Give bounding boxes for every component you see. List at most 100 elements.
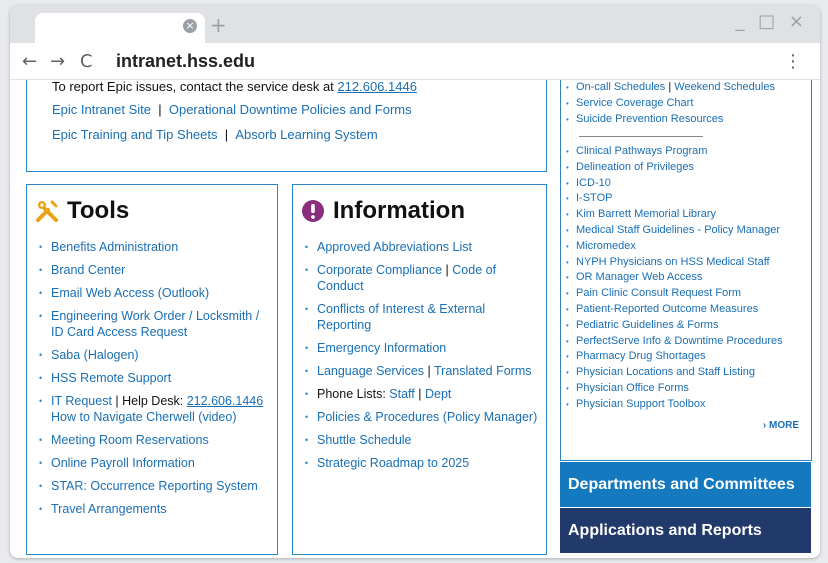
epic-phone-link[interactable]: 212.606.1446: [337, 80, 417, 94]
physician-resource-link[interactable]: Physician Office Forms: [576, 382, 689, 394]
back-icon[interactable]: ←: [22, 51, 37, 72]
physician-resource-link[interactable]: PerfectServe Info & Downtime Procedures: [576, 335, 783, 347]
departments-button[interactable]: Departments and Committees: [560, 462, 811, 507]
physician-resource-link[interactable]: OR Manager Web Access: [576, 271, 702, 283]
star-reporting-link[interactable]: STAR: Occurrence Reporting System: [51, 479, 258, 493]
physician-resource-link[interactable]: ICD-10: [576, 177, 611, 189]
dept-link[interactable]: Dept: [425, 387, 451, 401]
list-item: Email Web Access (Outlook): [39, 285, 269, 301]
tab-close-icon[interactable]: ×: [183, 19, 197, 33]
list-item: Benefits Administration: [39, 239, 269, 255]
it-request-link[interactable]: IT Request: [51, 394, 112, 408]
physician-resource-link[interactable]: Pain Clinic Consult Request Form: [576, 287, 741, 299]
help-desk-phone-link[interactable]: 212.606.1446: [187, 394, 263, 408]
physician-resource-link[interactable]: Physician Locations and Staff Listing: [576, 366, 755, 378]
conflicts-link[interactable]: Conflicts of Interest & External Reporti…: [317, 302, 485, 332]
compliance-link[interactable]: Corporate Compliance: [317, 263, 442, 277]
epic-row-1: Epic Intranet Site | Operational Downtim…: [52, 102, 412, 117]
physician-resource-link[interactable]: Clinical Pathways Program: [576, 145, 707, 157]
travel-link[interactable]: Travel Arrangements: [51, 502, 167, 516]
separator: |: [445, 263, 449, 277]
tools-panel: Tools Benefits Administration Brand Cent…: [26, 184, 278, 555]
list-item: Physician Office Forms: [566, 381, 803, 397]
physician-resources-list: Clinical Pathways Program Delineation of …: [566, 144, 803, 413]
address-bar: ← → C intranet.hss.edu ⋮: [10, 43, 820, 80]
epic-training-link[interactable]: Epic Training and Tip Sheets: [52, 127, 218, 142]
email-web-link[interactable]: Email Web Access (Outlook): [51, 286, 209, 300]
list-item: STAR: Occurrence Reporting System: [39, 478, 269, 494]
list-item: Pediatric Guidelines & Forms: [566, 318, 803, 334]
list-item: Strategic Roadmap to 2025: [305, 455, 538, 471]
absorb-learning-link[interactable]: Absorb Learning System: [235, 127, 377, 142]
shuttle-link[interactable]: Shuttle Schedule: [317, 433, 412, 447]
menu-icon[interactable]: ⋮: [784, 51, 802, 72]
downtime-policies-link[interactable]: Operational Downtime Policies and Forms: [169, 102, 412, 117]
separator: |: [158, 102, 162, 117]
more-link[interactable]: › MORE: [763, 420, 799, 431]
physician-resource-link[interactable]: I-STOP: [576, 192, 612, 204]
epic-box: To report Epic issues, contact the servi…: [26, 80, 547, 172]
brand-center-link[interactable]: Brand Center: [51, 263, 125, 277]
emergency-link[interactable]: Emergency Information: [317, 341, 446, 355]
abbreviations-link[interactable]: Approved Abbreviations List: [317, 240, 472, 254]
suicide-prevention-link[interactable]: Suicide Prevention Resources: [576, 113, 723, 125]
epic-intranet-link[interactable]: Epic Intranet Site: [52, 102, 151, 117]
list-item: Emergency Information: [305, 340, 538, 356]
oncall-link[interactable]: On-call Schedules: [576, 81, 665, 93]
list-item: Delineation of Privileges: [566, 160, 803, 176]
list-item: Physician Locations and Staff Listing: [566, 365, 803, 381]
physician-resource-link[interactable]: Micromedex: [576, 240, 636, 252]
list-item: Corporate Compliance | Code of Conduct: [305, 262, 538, 294]
physician-resource-link[interactable]: Physician Support Toolbox: [576, 398, 705, 410]
physician-resource-link[interactable]: Pharmacy Drug Shortages: [576, 350, 706, 362]
service-coverage-link[interactable]: Service Coverage Chart: [576, 97, 693, 109]
applications-button[interactable]: Applications and Reports: [560, 508, 811, 553]
new-tab-icon[interactable]: +: [210, 15, 227, 35]
list-item: Shuttle Schedule: [305, 432, 538, 448]
information-title: Information: [333, 197, 465, 224]
list-item: Saba (Halogen): [39, 347, 269, 363]
list-item: Kim Barrett Memorial Library: [566, 207, 803, 223]
list-item: I-STOP: [566, 191, 803, 207]
list-item: Pharmacy Drug Shortages: [566, 349, 803, 365]
list-item: Suicide Prevention Resources: [566, 112, 803, 128]
physician-resource-link[interactable]: Kim Barrett Memorial Library: [576, 208, 716, 220]
engineering-work-order-link[interactable]: Engineering Work Order / Locksmith / ID …: [51, 309, 259, 339]
list-item: ICD-10: [566, 176, 803, 192]
benefits-link[interactable]: Benefits Administration: [51, 240, 178, 254]
physician-resource-link[interactable]: NYPH Physicians on HSS Medical Staff: [576, 256, 770, 268]
list-item: Patient-Reported Outcome Measures: [566, 302, 803, 318]
online-payroll-link[interactable]: Online Payroll Information: [51, 456, 195, 470]
remote-support-link[interactable]: HSS Remote Support: [51, 371, 171, 385]
browser-tab[interactable]: ×: [35, 13, 205, 43]
list-item: Clinical Pathways Program: [566, 144, 803, 160]
physician-resource-link[interactable]: Medical Staff Guidelines - Policy Manage…: [576, 224, 780, 236]
translated-forms-link[interactable]: Translated Forms: [434, 364, 531, 378]
list-item: Online Payroll Information: [39, 455, 269, 471]
weekend-link[interactable]: Weekend Schedules: [674, 81, 775, 93]
physician-resource-link[interactable]: Pediatric Guidelines & Forms: [576, 319, 718, 331]
roadmap-link[interactable]: Strategic Roadmap to 2025: [317, 456, 469, 470]
physician-resource-link[interactable]: Patient-Reported Outcome Measures: [576, 303, 758, 315]
forward-icon[interactable]: →: [50, 51, 65, 72]
policies-link[interactable]: Policies & Procedures (Policy Manager): [317, 410, 537, 424]
saba-link[interactable]: Saba (Halogen): [51, 348, 139, 362]
cherwell-video-link[interactable]: How to Navigate Cherwell (video): [51, 410, 237, 424]
list-item: NYPH Physicians on HSS Medical Staff: [566, 255, 803, 271]
reload-icon[interactable]: C: [80, 51, 93, 72]
list-item: Conflicts of Interest & External Reporti…: [305, 301, 538, 333]
url-field[interactable]: intranet.hss.edu: [116, 51, 255, 72]
information-list: Approved Abbreviations List Corporate Co…: [305, 239, 538, 478]
epic-report-label: To report Epic issues, contact the servi…: [52, 80, 338, 94]
language-services-link[interactable]: Language Services: [317, 364, 424, 378]
list-item: PerfectServe Info & Downtime Procedures: [566, 334, 803, 350]
meeting-room-link[interactable]: Meeting Room Reservations: [51, 433, 209, 447]
tab-bar: × + _ □ ×: [10, 5, 820, 43]
oncall-list: On-call Schedules | Weekend Schedules Se…: [566, 80, 803, 127]
staff-link[interactable]: Staff: [389, 387, 414, 401]
window-controls[interactable]: _ □ ×: [735, 11, 808, 32]
physician-resource-link[interactable]: Delineation of Privileges: [576, 161, 694, 173]
tools-title: Tools: [67, 197, 130, 224]
info-icon: [302, 200, 324, 222]
list-item: Micromedex: [566, 239, 803, 255]
